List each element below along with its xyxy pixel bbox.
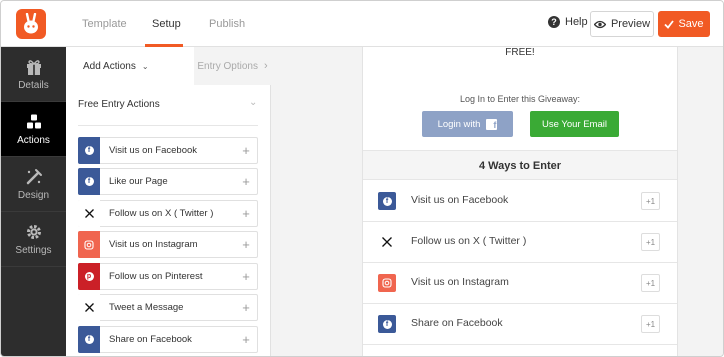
entry-label: Share on Facebook (411, 317, 503, 329)
giveaway-widget: FREE! Log In to Enter this Giveaway: Log… (362, 47, 678, 356)
tab-publish[interactable]: Publish (209, 1, 245, 47)
nav-item-design[interactable]: Design (1, 157, 66, 212)
entry-points: +1 (641, 274, 660, 292)
action-item[interactable]: Tweet a Message + (78, 294, 258, 321)
subtab-entry-options-label: Entry Options (197, 60, 258, 72)
entry-row[interactable]: f Visit us on Facebook +1 (363, 181, 677, 222)
nav-label-design: Design (17, 189, 50, 201)
save-label: Save (678, 18, 704, 30)
instagram-icon (78, 231, 100, 258)
check-icon (664, 19, 675, 29)
action-label: Visit us on Instagram (109, 239, 198, 250)
facebook-icon: f (78, 326, 100, 353)
action-label: Visit us on Facebook (109, 145, 198, 156)
design-icon (26, 168, 42, 184)
login-email-label: Use Your Email (542, 118, 607, 130)
entry-row[interactable]: Visit us on Instagram +1 (363, 263, 677, 304)
login-facebook-button[interactable]: Login with f (422, 111, 513, 137)
actions-icon (26, 114, 41, 128)
chevron-down-icon[interactable]: ⌄ (249, 97, 257, 108)
plus-icon[interactable]: + (235, 300, 257, 315)
top-bar: Template Setup Publish ? Help Preview Sa… (1, 1, 723, 47)
section-title: Free Entry Actions (78, 99, 160, 110)
left-nav: Details Actions Design Settings (1, 47, 66, 356)
preview-button[interactable]: Preview (590, 11, 654, 37)
login-email-button[interactable]: Use Your Email (530, 111, 619, 137)
question-icon: ? (548, 16, 560, 28)
actions-panel: Add Actions ⌄ Entry Options › Free Entry… (66, 47, 271, 356)
plus-icon[interactable]: + (235, 332, 257, 347)
rabbit-logo-icon[interactable] (16, 9, 46, 39)
preview-canvas: FREE! Log In to Enter this Giveaway: Log… (271, 47, 723, 356)
action-label: Follow us on X ( Twitter ) (109, 208, 214, 219)
nav-item-actions[interactable]: Actions (1, 102, 66, 157)
eye-icon (593, 20, 606, 28)
facebook-icon: f (78, 137, 100, 164)
nav-label-details: Details (18, 79, 49, 91)
nav-item-settings[interactable]: Settings (1, 212, 66, 267)
panel-subtabs: Add Actions ⌄ Entry Options › (66, 47, 271, 85)
subtab-entry-options[interactable]: Entry Options › (194, 47, 271, 85)
plus-icon[interactable]: + (235, 143, 257, 158)
nav-label-actions: Actions (17, 134, 50, 146)
entry-points: +1 (641, 233, 660, 251)
action-item[interactable]: f Share on Facebook + (78, 326, 258, 353)
action-label: Follow us on Pinterest (109, 271, 203, 282)
action-label: Like our Page (109, 176, 168, 187)
action-item[interactable]: p Follow us on Pinterest + (78, 263, 258, 290)
x-icon (78, 294, 100, 321)
chevron-down-icon: ⌄ (141, 61, 149, 71)
tab-setup[interactable]: Setup (152, 1, 181, 47)
x-icon (78, 200, 100, 227)
login-prompt: Log In to Enter this Giveaway: (459, 94, 581, 104)
subtab-add-actions[interactable]: Add Actions ⌄ (66, 47, 194, 85)
entry-points: +1 (641, 315, 660, 333)
divider (78, 125, 258, 126)
facebook-icon: f (486, 118, 498, 130)
entry-label: Follow us on X ( Twitter ) (411, 235, 527, 247)
ways-to-enter-title: 4 Ways to Enter (363, 150, 677, 180)
facebook-icon: f (378, 192, 396, 210)
entry-label: Visit us on Facebook (411, 194, 509, 206)
subtab-add-actions-label: Add Actions (83, 60, 136, 72)
plus-icon[interactable]: + (235, 269, 257, 284)
entry-row[interactable]: f Share on Facebook +1 (363, 304, 677, 345)
entry-label: Visit us on Instagram (411, 276, 509, 288)
action-label: Tweet a Message (109, 302, 184, 313)
help-label: Help (565, 16, 588, 28)
action-label: Share on Facebook (109, 334, 192, 345)
instagram-icon (378, 274, 396, 292)
preview-label: Preview (610, 18, 651, 30)
chevron-right-icon: › (263, 60, 268, 72)
plus-icon[interactable]: + (235, 206, 257, 221)
gear-icon (26, 224, 41, 239)
prize-text: FREE! (505, 47, 535, 58)
pinterest-icon: p (78, 263, 100, 290)
plus-icon[interactable]: + (235, 237, 257, 252)
nav-item-details[interactable]: Details (1, 47, 66, 102)
action-item[interactable]: Visit us on Instagram + (78, 231, 258, 258)
tab-template[interactable]: Template (82, 1, 127, 47)
login-facebook-label: Login with (437, 118, 481, 130)
help-link[interactable]: ? Help (548, 16, 588, 28)
plus-icon[interactable]: + (235, 174, 257, 189)
action-item[interactable]: f Like our Page + (78, 168, 258, 195)
x-icon (378, 233, 396, 251)
gift-icon (26, 59, 41, 75)
entry-row[interactable]: Follow us on X ( Twitter ) +1 (363, 222, 677, 263)
entry-points: +1 (641, 192, 660, 210)
action-item[interactable]: Follow us on X ( Twitter ) + (78, 200, 258, 227)
facebook-icon: f (378, 315, 396, 333)
app-window: Template Setup Publish ? Help Preview Sa… (0, 0, 724, 357)
facebook-icon: f (78, 168, 100, 195)
action-item[interactable]: f Visit us on Facebook + (78, 137, 258, 164)
save-button[interactable]: Save (658, 11, 710, 37)
nav-label-settings: Settings (15, 244, 52, 256)
